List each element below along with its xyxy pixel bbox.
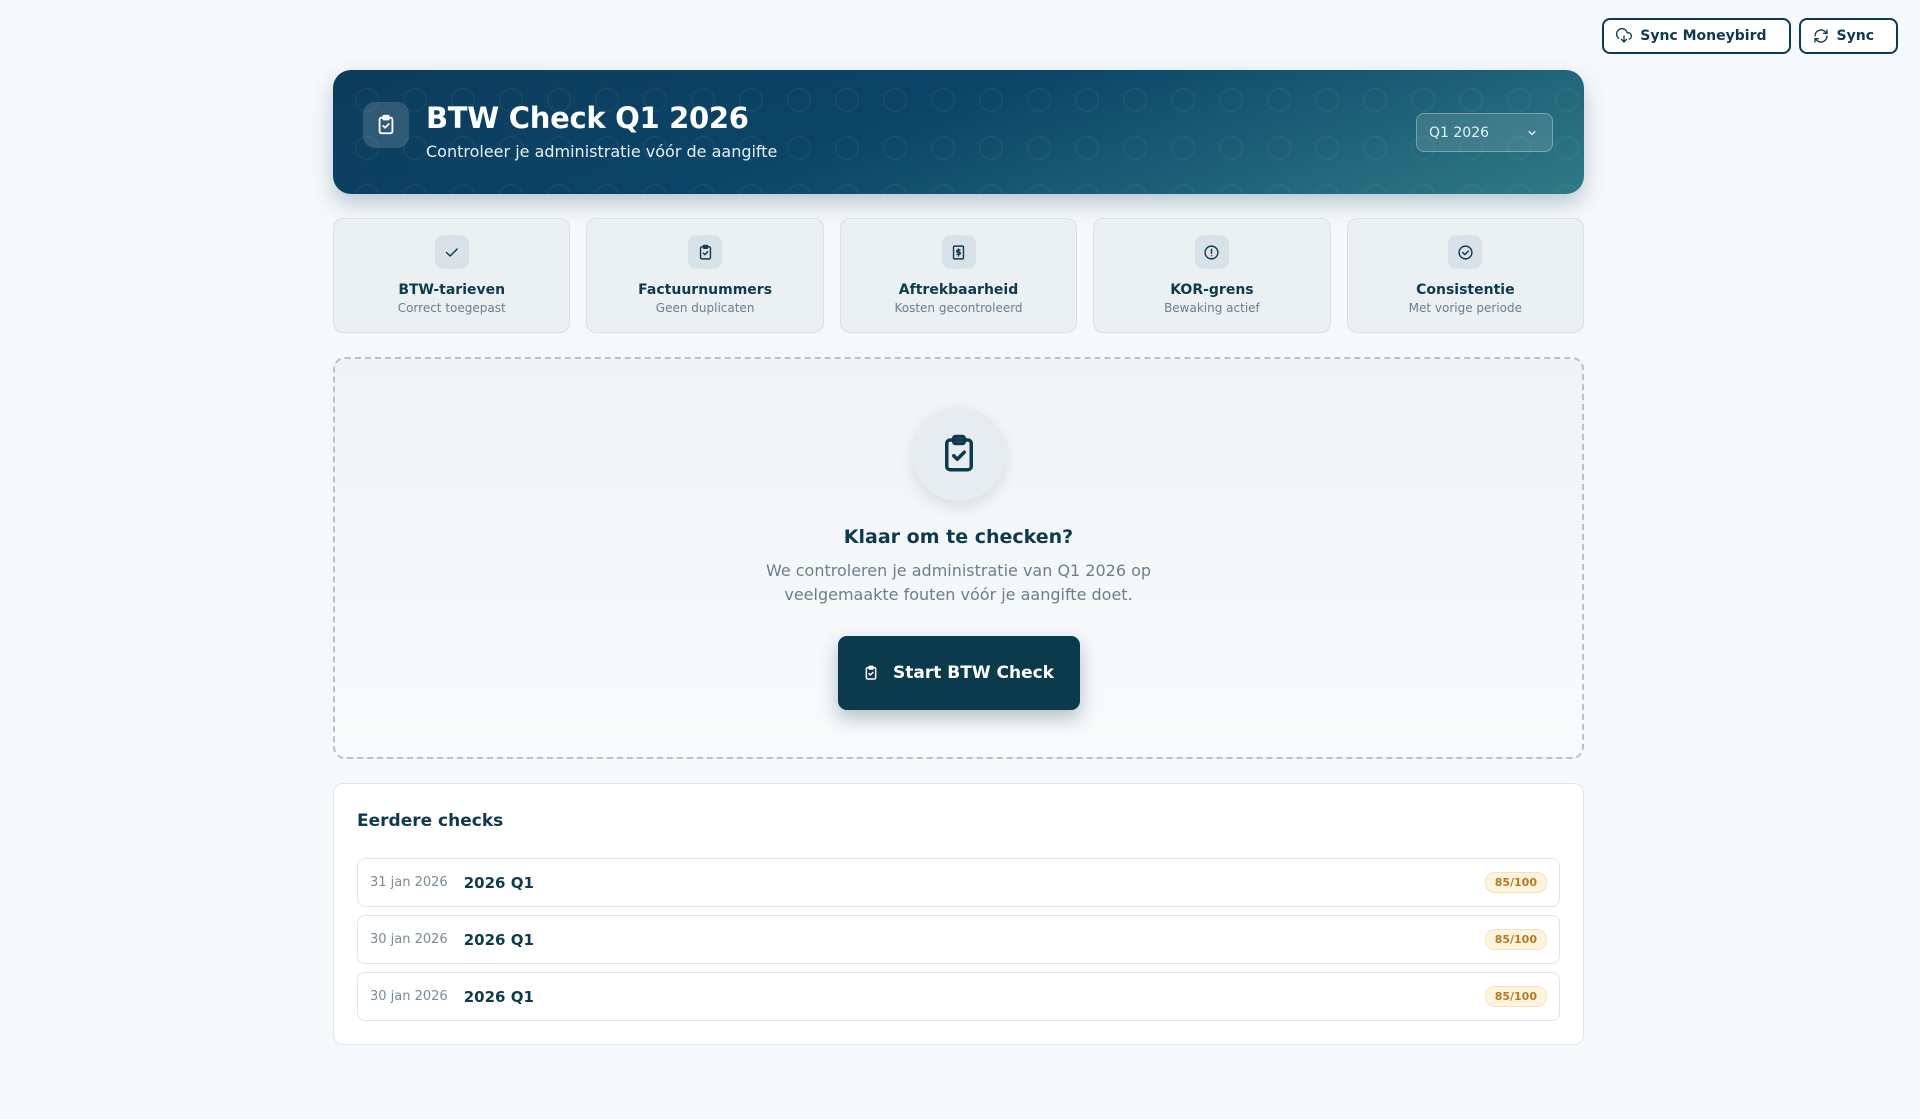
feature-subtitle: Bewaking actief [1164, 301, 1260, 315]
feature-title: KOR-grens [1170, 282, 1254, 298]
clipboard-check-icon [363, 102, 409, 148]
check-date: 31 jan 2026 [370, 875, 448, 890]
check-period: 2026 Q1 [463, 987, 534, 1006]
feature-title: Factuurnummers [638, 282, 773, 298]
panel-description-line: veelgemaakte fouten vóór je aangifte doe… [784, 585, 1133, 604]
check-period: 2026 Q1 [463, 930, 534, 949]
hero-banner: BTW Check Q1 2026 Controleer je administ… [333, 70, 1584, 194]
sync-button[interactable]: Sync [1798, 18, 1898, 54]
score-badge: 85/100 [1484, 986, 1547, 1007]
score-badge: 85/100 [1484, 872, 1547, 893]
top-actions: Sync Moneybird Sync [1602, 18, 1898, 54]
previous-checks: Eerdere checks 31 jan 2026 2026 Q1 85/10… [333, 783, 1584, 1045]
check-date: 30 jan 2026 [370, 932, 448, 947]
sync-label: Sync [1836, 28, 1874, 44]
feature-card-kor-grens: KOR-grens Bewaking actief [1093, 218, 1331, 333]
alert-circle-icon [1194, 235, 1229, 269]
check-period: 2026 Q1 [463, 873, 534, 892]
section-title: Eerdere checks [357, 811, 504, 831]
clipboard-check-icon [688, 235, 723, 269]
check-features: BTW-tarieven Correct toegepast Factuurnu… [333, 218, 1585, 333]
refresh-icon [1813, 29, 1828, 43]
feature-subtitle: Kosten gecontroleerd [894, 301, 1023, 315]
history-row[interactable]: 31 jan 2026 2026 Q1 85/100 [357, 858, 1560, 907]
history-row[interactable]: 30 jan 2026 2026 Q1 85/100 [357, 915, 1560, 964]
start-btw-check-label: Start BTW Check [893, 663, 1054, 683]
sync-moneybird-label: Sync Moneybird [1640, 28, 1767, 44]
start-btw-check-button[interactable]: Start BTW Check [837, 636, 1080, 710]
clipboard-check-icon [865, 665, 877, 680]
feature-card-factuurnummers: Factuurnummers Geen duplicaten [586, 218, 824, 333]
page-title: BTW Check Q1 2026 [426, 101, 749, 135]
feature-subtitle: Geen duplicaten [655, 301, 755, 315]
panel-title: Klaar om te checken? [843, 526, 1074, 548]
page-subtitle: Controleer je administratie vóór de aang… [426, 142, 778, 161]
feature-subtitle: Met vorige periode [1408, 301, 1523, 315]
feature-subtitle: Correct toegepast [397, 301, 506, 315]
feature-card-consistentie: Consistentie Met vorige periode [1346, 218, 1585, 333]
start-check-panel: Klaar om te checken? We controleren je a… [333, 357, 1584, 759]
feature-title: Aftrekbaarheid [898, 282, 1019, 298]
cloud-download-icon [1616, 28, 1633, 43]
period-select[interactable]: Q1 2026 [1416, 113, 1553, 152]
feature-card-aftrekbaarheid: Aftrekbaarheid Kosten gecontroleerd [839, 218, 1078, 333]
panel-description: We controleren je administratie van Q1 2… [335, 559, 1582, 607]
history-row[interactable]: 30 jan 2026 2026 Q1 85/100 [357, 972, 1560, 1021]
feature-title: BTW-tarieven [398, 282, 506, 298]
chevron-down-icon [1528, 130, 1536, 135]
period-select-value: Q1 2026 [1429, 124, 1490, 141]
check-circle-icon [1448, 235, 1483, 269]
feature-card-btw-tarieven: BTW-tarieven Correct toegepast [333, 218, 571, 333]
clipboard-check-icon [911, 407, 1006, 501]
score-badge: 85/100 [1484, 929, 1547, 950]
panel-description-line: We controleren je administratie van Q1 2… [765, 561, 1152, 580]
check-icon [434, 235, 469, 269]
history-list: 31 jan 2026 2026 Q1 85/100 30 jan 2026 2… [357, 858, 1560, 1021]
sync-moneybird-button[interactable]: Sync Moneybird [1602, 18, 1791, 54]
feature-title: Consistentie [1416, 282, 1515, 298]
check-date: 30 jan 2026 [370, 989, 448, 1004]
receipt-icon [941, 235, 976, 269]
